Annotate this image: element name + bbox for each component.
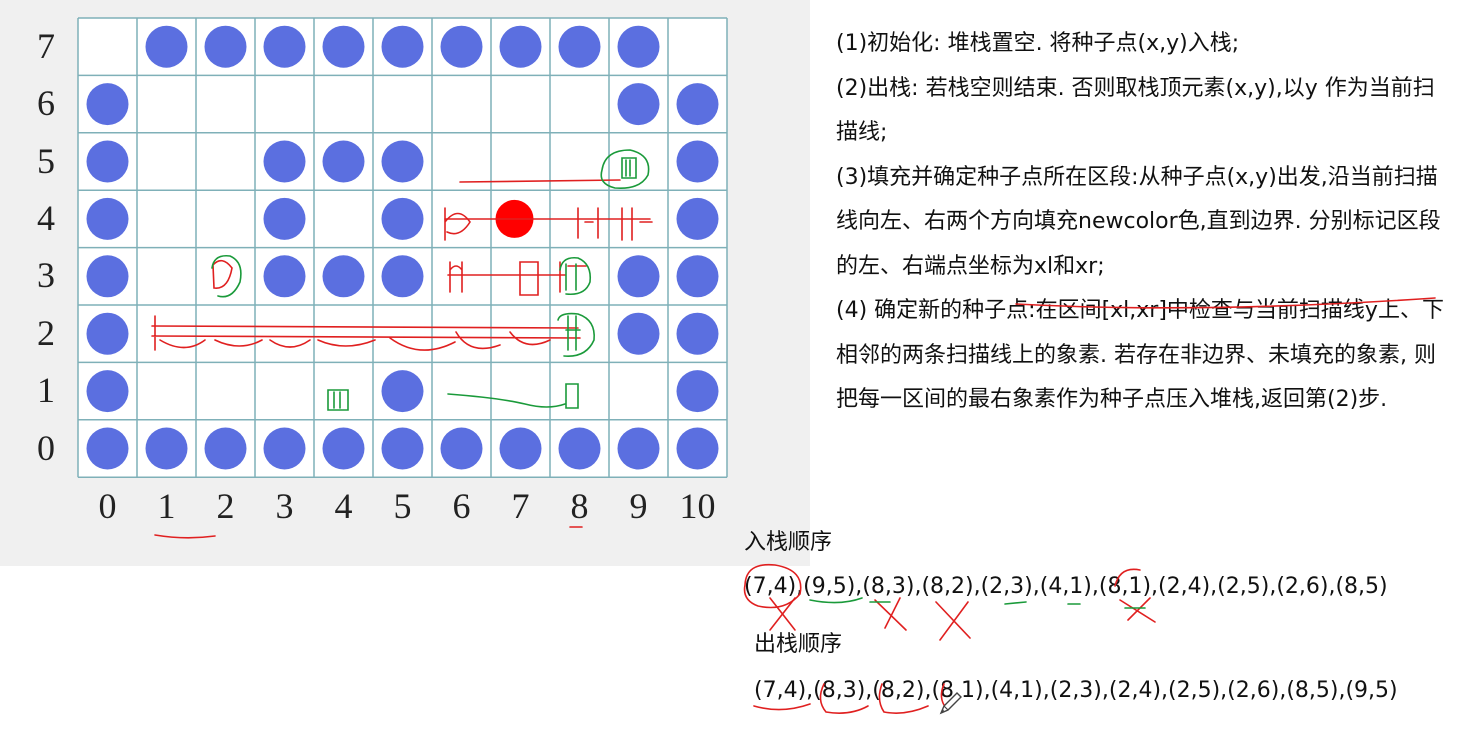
boundary-pixel <box>263 25 306 68</box>
y-axis-label: 4 <box>37 197 55 238</box>
boundary-pixel <box>263 427 306 470</box>
boundary-pixel <box>86 370 129 413</box>
y-axis-label: 0 <box>37 427 55 468</box>
x-axis-label: 6 <box>452 486 471 526</box>
boundary-pixel <box>263 140 306 183</box>
x-axis-label: 7 <box>511 486 530 526</box>
boundary-pixel <box>263 255 306 298</box>
boundary-pixel <box>86 140 129 183</box>
boundary-pixel <box>558 25 601 68</box>
pixel-grid-panel: 76543210 0 1 2 3 4 5 6 7 8 9 10 <box>0 0 810 566</box>
push-order-sequence: (7,4),(9,5),(8,3),(8,2),(2,3),(4,1),(8,1… <box>744 574 1388 599</box>
step-2: (2)出栈: 若栈空则结束. 否则取栈顶元素(x,y),以y 作为当前扫描线; <box>836 75 1435 146</box>
x-axis-label: 4 <box>334 486 353 526</box>
x-axis-label: 3 <box>275 486 294 526</box>
red-underline-pop-1 <box>753 703 811 711</box>
pop-order-sequence: (7,4),(8,3),(8,2),(8,1),(4,1),(2,3),(2,4… <box>754 678 1398 703</box>
x-axis-label: 5 <box>393 486 412 526</box>
boundary-pixel <box>381 255 424 298</box>
step-1: (1)初始化: 堆栈置空. 将种子点(x,y)入栈; <box>836 31 1240 56</box>
y-axis-label: 6 <box>37 83 55 124</box>
red-cross-push-3 <box>874 597 907 631</box>
boundary-pixel <box>322 140 365 183</box>
boundary-pixel <box>86 197 129 240</box>
pencil-cursor-icon <box>939 692 962 715</box>
boundary-pixel <box>381 197 424 240</box>
boundary-pixel <box>145 427 188 470</box>
step-4: (4) 确定新的种子点:在区间[xl,xr]中检查与当前扫描线y上、下相邻的两条… <box>836 298 1444 412</box>
boundary-pixel <box>617 312 660 355</box>
x-axis-label: 0 <box>98 486 117 526</box>
boundary-pixel <box>617 83 660 126</box>
y-axis-label: 7 <box>37 25 55 66</box>
boundary-pixel <box>322 427 365 470</box>
boundary-pixel <box>558 427 601 470</box>
x-axis-label: 8 <box>570 486 589 526</box>
boundary-pixel <box>440 25 483 68</box>
y-axis-label: 1 <box>37 370 55 411</box>
boundary-pixel <box>676 312 719 355</box>
boundary-pixel <box>617 427 660 470</box>
boundary-pixel <box>676 255 719 298</box>
boundary-pixel <box>499 25 542 68</box>
boundary-pixel <box>676 140 719 183</box>
boundary-pixel <box>263 197 306 240</box>
boundary-pixel <box>617 25 660 68</box>
boundary-pixel <box>381 370 424 413</box>
boundary-pixel <box>86 427 129 470</box>
y-axis-label: 2 <box>37 312 55 353</box>
boundary-pixel <box>381 140 424 183</box>
seed-pixel <box>495 199 534 238</box>
x-axis-label: 10 <box>679 486 716 526</box>
boundary-pixel <box>381 25 424 68</box>
boundary-pixel <box>617 255 660 298</box>
y-axis-label: 5 <box>37 140 55 181</box>
boundary-pixel <box>204 427 247 470</box>
push-order-title: 入栈顺序 <box>744 530 833 555</box>
boundary-pixel <box>145 25 188 68</box>
boundary-pixel <box>676 370 719 413</box>
boundary-pixel <box>322 255 365 298</box>
pop-order-title: 出栈顺序 <box>754 632 843 657</box>
boundary-pixel <box>676 197 719 240</box>
boundary-pixel <box>322 25 365 68</box>
boundary-pixel <box>86 312 129 355</box>
x-axis-label: 2 <box>216 486 235 526</box>
boundary-pixel <box>204 25 247 68</box>
boundary-pixel <box>86 255 129 298</box>
red-cross-push-7 <box>1119 597 1156 623</box>
boundary-pixel <box>440 427 483 470</box>
boundary-pixel <box>676 83 719 126</box>
green-dash-push-5 <box>1004 601 1027 605</box>
boundary-pixel <box>381 427 424 470</box>
red-cross-push-4 <box>935 601 971 641</box>
x-axis-label: 1 <box>157 486 176 526</box>
x-axis-label: 9 <box>629 486 648 526</box>
boundary-pixel <box>86 83 129 126</box>
pixel-grid <box>77 17 728 478</box>
step-3: (3)填充并确定种子点所在区段:从种子点(x,y)出发,沿当前扫描线向左、右两个… <box>836 164 1441 279</box>
y-axis-label: 3 <box>37 255 55 296</box>
algorithm-steps: (1)初始化: 堆栈置空. 将种子点(x,y)入栈; (2)出栈: 若栈空则结束… <box>836 22 1446 423</box>
boundary-pixel <box>499 427 542 470</box>
boundary-pixel <box>676 427 719 470</box>
